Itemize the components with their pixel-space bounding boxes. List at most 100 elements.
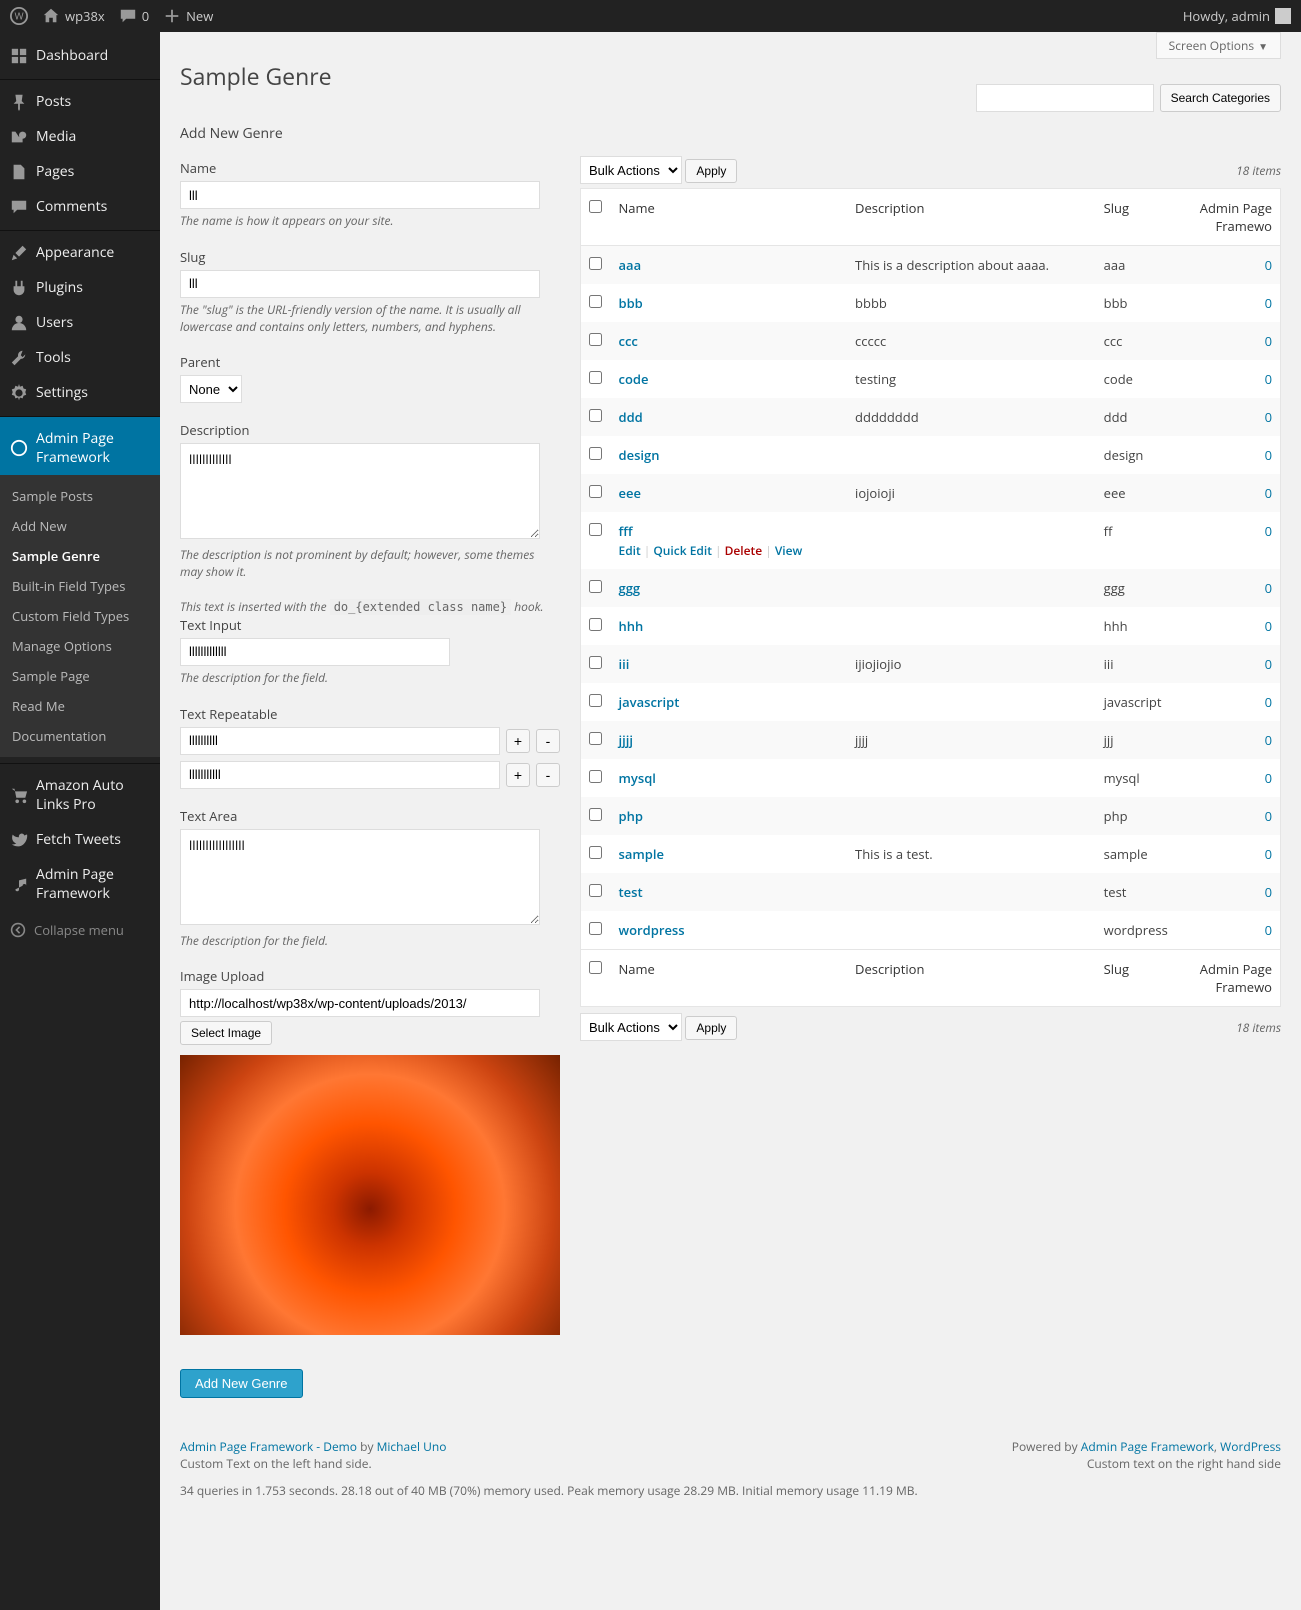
row-checkbox[interactable] [589,694,602,707]
row-checkbox[interactable] [589,580,602,593]
term-name-link[interactable]: test [619,883,643,901]
submenu-item-sample-page[interactable]: Sample Page [0,661,160,691]
row-checkbox[interactable] [589,618,602,631]
description-textarea[interactable] [180,443,540,539]
repeatable-input-2[interactable] [180,761,500,789]
delete-link[interactable]: Delete [725,542,763,559]
row-checkbox[interactable] [589,770,602,783]
row-checkbox[interactable] [589,656,602,669]
site-link[interactable]: wp38x [42,7,105,25]
row-checkbox[interactable] [589,846,602,859]
apply-button-bottom[interactable]: Apply [685,1016,737,1040]
menu-item-admin-page-framework[interactable]: Admin Page Framework [0,416,160,475]
menu-item-pages[interactable]: Pages [0,154,160,189]
term-count-link[interactable]: 0 [1265,294,1272,312]
menu-item-dashboard[interactable]: Dashboard [0,38,160,73]
menu-item-settings[interactable]: Settings [0,375,160,410]
submenu-item-custom-field-types[interactable]: Custom Field Types [0,601,160,631]
menu-item-admin-page-framework[interactable]: Admin Page Framework [0,857,160,911]
wp-logo-icon[interactable]: W [10,7,28,25]
row-checkbox[interactable] [589,333,602,346]
edit-link[interactable]: Edit [619,542,641,559]
repeat-remove-button[interactable]: - [536,729,560,753]
row-checkbox[interactable] [589,884,602,897]
term-name-link[interactable]: php [619,807,643,825]
term-count-link[interactable]: 0 [1265,446,1272,464]
select-image-button[interactable]: Select Image [180,1021,272,1045]
name-input[interactable] [180,181,540,209]
repeat-add-button[interactable]: + [506,729,530,753]
comments-link[interactable]: 0 [119,7,149,25]
menu-item-posts[interactable]: Posts [0,79,160,119]
term-count-link[interactable]: 0 [1265,731,1272,749]
term-name-link[interactable]: design [619,446,660,464]
term-name-link[interactable]: iii [619,655,630,673]
select-all-checkbox-bottom[interactable] [589,961,602,974]
col-description[interactable]: Description [847,189,1096,246]
row-checkbox[interactable] [589,447,602,460]
image-url-input[interactable] [180,989,540,1017]
row-checkbox[interactable] [589,808,602,821]
term-count-link[interactable]: 0 [1265,921,1272,939]
menu-item-tools[interactable]: Tools [0,340,160,375]
quick-edit-link[interactable]: Quick Edit [653,542,712,559]
term-name-link[interactable]: sample [619,845,664,863]
row-checkbox[interactable] [589,485,602,498]
col-name[interactable]: Name [611,189,848,246]
row-checkbox[interactable] [589,523,602,536]
term-name-link[interactable]: wordpress [619,921,685,939]
bulk-actions-select-bottom[interactable]: Bulk Actions [580,1013,682,1041]
term-count-link[interactable]: 0 [1265,807,1272,825]
submenu-item-read-me[interactable]: Read Me [0,691,160,721]
submenu-item-documentation[interactable]: Documentation [0,721,160,751]
term-count-link[interactable]: 0 [1265,579,1272,597]
collapse-menu-button[interactable]: Collapse menu [0,911,160,949]
bulk-actions-select[interactable]: Bulk Actions [580,156,682,184]
menu-item-amazon-auto-links-pro[interactable]: Amazon Auto Links Pro [0,763,160,822]
term-count-link[interactable]: 0 [1265,256,1272,274]
repeat-add-button[interactable]: + [506,763,530,787]
term-name-link[interactable]: eee [619,484,641,502]
term-count-link[interactable]: 0 [1265,769,1272,787]
term-count-link[interactable]: 0 [1265,522,1272,540]
view-link[interactable]: View [775,542,803,559]
menu-item-comments[interactable]: Comments [0,189,160,224]
menu-item-users[interactable]: Users [0,305,160,340]
row-checkbox[interactable] [589,295,602,308]
term-name-link[interactable]: javascript [619,693,680,711]
term-count-link[interactable]: 0 [1265,617,1272,635]
col-slug[interactable]: Slug [1096,189,1191,246]
apply-button[interactable]: Apply [685,159,737,183]
term-name-link[interactable]: hhh [619,617,644,635]
menu-item-plugins[interactable]: Plugins [0,270,160,305]
footer-apf-link[interactable]: Admin Page Framework [1081,1438,1214,1455]
slug-input[interactable] [180,270,540,298]
submenu-item-manage-options[interactable]: Manage Options [0,631,160,661]
submenu-item-sample-posts[interactable]: Sample Posts [0,481,160,511]
search-input[interactable] [976,84,1154,112]
row-checkbox[interactable] [589,257,602,270]
menu-item-fetch-tweets[interactable]: Fetch Tweets [0,822,160,857]
submenu-item-add-new[interactable]: Add New [0,511,160,541]
term-count-link[interactable]: 0 [1265,693,1272,711]
textarea-field[interactable] [180,829,540,925]
term-name-link[interactable]: fff [619,522,633,540]
row-checkbox[interactable] [589,371,602,384]
term-count-link[interactable]: 0 [1265,332,1272,350]
row-checkbox[interactable] [589,409,602,422]
footer-wp-link[interactable]: WordPress [1220,1438,1281,1455]
parent-select[interactable]: None [180,375,242,403]
row-checkbox[interactable] [589,732,602,745]
search-button[interactable]: Search Categories [1160,84,1281,112]
term-name-link[interactable]: aaa [619,256,642,274]
term-name-link[interactable]: jjjj [619,731,634,749]
menu-item-appearance[interactable]: Appearance [0,230,160,270]
term-name-link[interactable]: code [619,370,649,388]
term-count-link[interactable]: 0 [1265,883,1272,901]
row-checkbox[interactable] [589,922,602,935]
submenu-item-built-in-field-types[interactable]: Built-in Field Types [0,571,160,601]
textinput-field[interactable] [180,638,450,666]
footer-author-link[interactable]: Michael Uno [377,1438,447,1455]
new-link[interactable]: New [163,7,213,25]
term-name-link[interactable]: ggg [619,579,641,597]
